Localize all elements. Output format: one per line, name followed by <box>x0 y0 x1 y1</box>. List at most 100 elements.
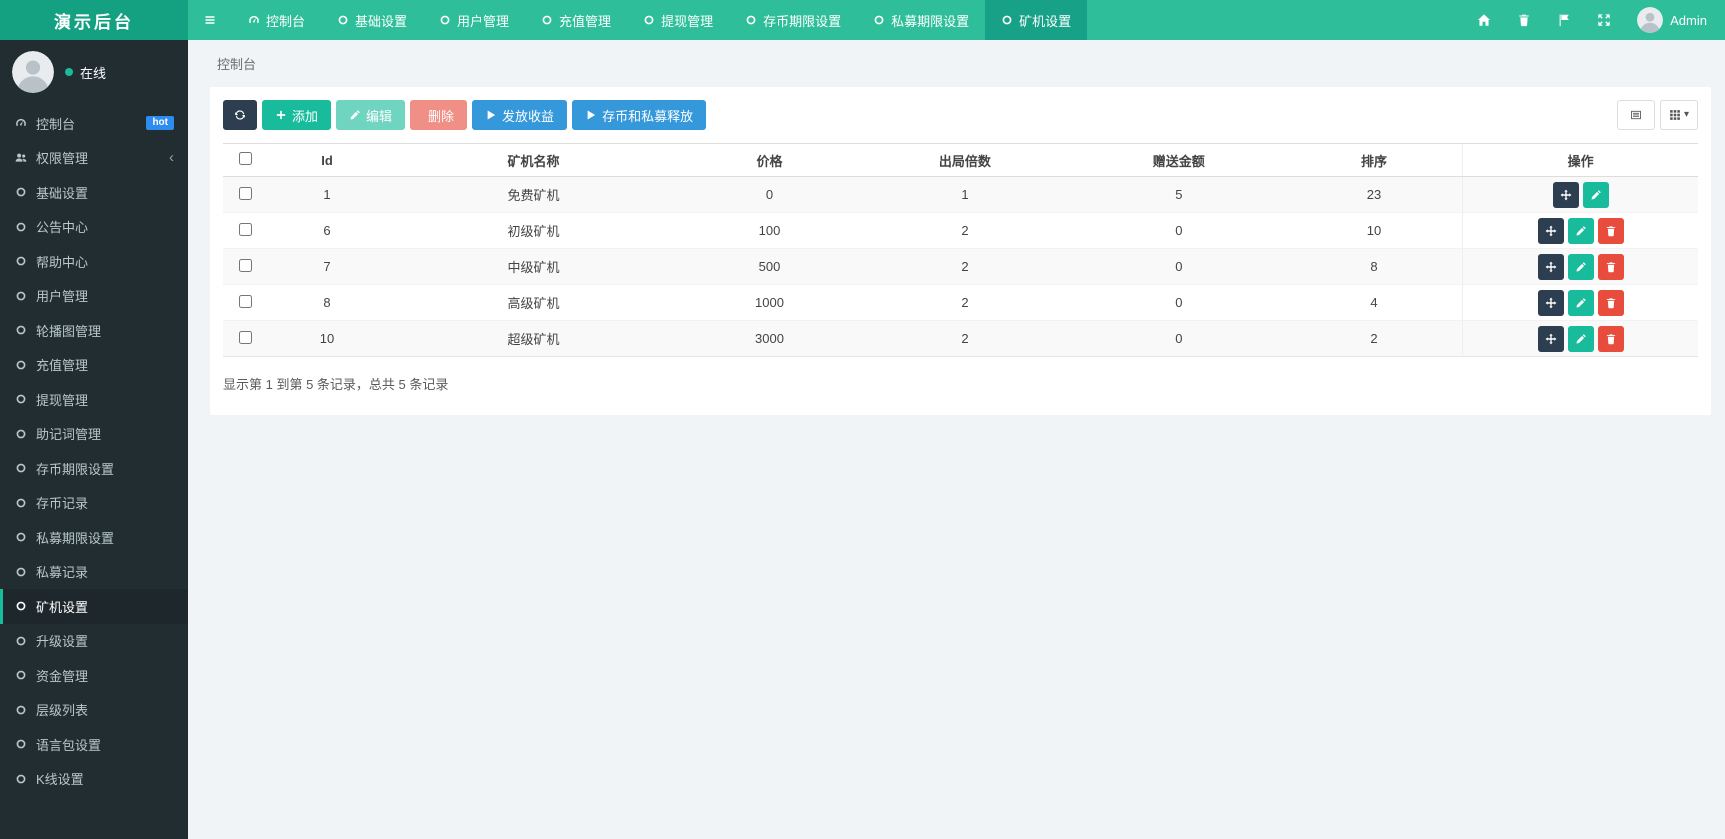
row-checkbox[interactable] <box>239 187 252 200</box>
sidebar-item-label: 私募期限设置 <box>36 528 114 547</box>
table-row: 10超级矿机3000202 <box>223 321 1698 357</box>
edit-row-button[interactable] <box>1568 218 1594 244</box>
sidebar-item-help-center[interactable]: 帮助中心 <box>0 244 188 279</box>
user-menu[interactable]: Admin <box>1624 0 1715 40</box>
sidebar-item-private-records[interactable]: 私募记录 <box>0 555 188 590</box>
pencil-icon <box>1575 225 1587 237</box>
content-panel: 添加 编辑 删除 发放收益 存币和私募释放 <box>210 87 1711 415</box>
trash-button[interactable] <box>1504 0 1544 40</box>
release-button[interactable]: 存币和私募释放 <box>572 100 706 130</box>
dragsort-button[interactable] <box>1553 182 1579 208</box>
column-header-1[interactable]: 矿机名称 <box>386 144 681 177</box>
topnav-item-user-management[interactable]: 用户管理 <box>423 0 525 40</box>
edit-row-button[interactable] <box>1568 326 1594 352</box>
sidebar-item-miner-settings[interactable]: 矿机设置 <box>0 589 188 624</box>
sidebar-item-private-term-settings[interactable]: 私募期限设置 <box>0 520 188 555</box>
sidebar-item-recharge-management[interactable]: 充值管理 <box>0 348 188 383</box>
circle-icon <box>873 14 885 26</box>
add-button[interactable]: 添加 <box>262 100 331 130</box>
home-button[interactable] <box>1464 0 1504 40</box>
language-icon <box>1557 13 1571 27</box>
sidebar-item-label: 语言包设置 <box>36 735 101 754</box>
expand-button[interactable] <box>1584 0 1624 40</box>
row-select-cell <box>223 213 268 249</box>
row-select-cell <box>223 177 268 213</box>
sidebar-item-label: 升级设置 <box>36 631 88 650</box>
circle-icon <box>15 462 27 474</box>
sidebar-item-label: 充值管理 <box>36 355 88 374</box>
dragsort-button[interactable] <box>1538 290 1564 316</box>
sidebar-item-fund-management[interactable]: 资金管理 <box>0 658 188 693</box>
edit-button[interactable]: 编辑 <box>336 100 405 130</box>
column-header-2[interactable]: 价格 <box>681 144 858 177</box>
sidebar-item-deposit-term-settings[interactable]: 存币期限设置 <box>0 451 188 486</box>
sidebar-item-upgrade-settings[interactable]: 升级设置 <box>0 624 188 659</box>
delete-button[interactable]: 删除 <box>410 100 467 130</box>
detail-view-button[interactable] <box>1617 100 1655 130</box>
topnav-item-miner-settings[interactable]: 矿机设置 <box>985 0 1087 40</box>
records-summary: 显示第 1 到第 5 条记录，总共 5 条记录 <box>223 374 1698 393</box>
row-checkbox[interactable] <box>239 259 252 272</box>
topnav-item-withdraw-management[interactable]: 提现管理 <box>627 0 729 40</box>
dragsort-button[interactable] <box>1538 218 1564 244</box>
sidebar-item-language-pack-settings[interactable]: 语言包设置 <box>0 727 188 762</box>
column-header-5[interactable]: 排序 <box>1286 144 1463 177</box>
edit-row-button[interactable] <box>1583 182 1609 208</box>
edit-row-button[interactable] <box>1568 290 1594 316</box>
sidebar-item-banner-management[interactable]: 轮播图管理 <box>0 313 188 348</box>
column-header-0[interactable]: Id <box>268 144 386 177</box>
topnav-item-private-term-settings[interactable]: 私募期限设置 <box>857 0 985 40</box>
cell-price: 1000 <box>681 285 858 321</box>
circle-icon <box>643 14 655 26</box>
grant-income-button[interactable]: 发放收益 <box>472 100 567 130</box>
brand-logo[interactable]: 演示后台 <box>0 0 188 40</box>
sidebar-item-level-list[interactable]: 层级列表 <box>0 693 188 728</box>
row-actions-cell <box>1463 177 1698 213</box>
delete-row-button[interactable] <box>1598 326 1624 352</box>
cell-id: 10 <box>268 321 386 357</box>
play-icon <box>485 109 497 121</box>
topnav-item-deposit-term-settings[interactable]: 存币期限设置 <box>729 0 857 40</box>
column-header-4[interactable]: 赠送金额 <box>1072 144 1286 177</box>
delete-row-button[interactable] <box>1598 218 1624 244</box>
sidebar-profile: 在线 <box>0 40 188 106</box>
columns-dropdown-button[interactable]: ▾ <box>1660 100 1698 130</box>
column-header-3[interactable]: 出局倍数 <box>858 144 1072 177</box>
sidebar-item-mnemonic-management[interactable]: 助记词管理 <box>0 417 188 452</box>
sidebar-item-user-management[interactable]: 用户管理 <box>0 279 188 314</box>
sidebar-item-label: 资金管理 <box>36 666 88 685</box>
sidebar-toggle-button[interactable] <box>188 0 232 40</box>
edit-row-button[interactable] <box>1568 254 1594 280</box>
sidebar-item-deposit-records[interactable]: 存币记录 <box>0 486 188 521</box>
sidebar-item-label: 助记词管理 <box>36 424 101 443</box>
language-button[interactable] <box>1544 0 1584 40</box>
sidebar-item-kline-settings[interactable]: K线设置 <box>0 762 188 797</box>
cell-multiple: 2 <box>858 285 1072 321</box>
row-checkbox[interactable] <box>239 223 252 236</box>
select-all-checkbox[interactable] <box>239 152 252 165</box>
cell-price: 3000 <box>681 321 858 357</box>
topnav-item-recharge-management[interactable]: 充值管理 <box>525 0 627 40</box>
sidebar-item-announcement-center[interactable]: 公告中心 <box>0 210 188 245</box>
topnav-item-basic-settings[interactable]: 基础设置 <box>321 0 423 40</box>
trash-icon <box>1605 333 1617 345</box>
sidebar-item-console[interactable]: 控制台hot <box>0 106 188 141</box>
row-checkbox[interactable] <box>239 295 252 308</box>
refresh-button[interactable] <box>223 100 257 130</box>
dragsort-button[interactable] <box>1538 326 1564 352</box>
table-row: 7中级矿机500208 <box>223 249 1698 285</box>
sidebar-item-withdraw-management[interactable]: 提现管理 <box>0 382 188 417</box>
sidebar-item-basic-settings[interactable]: 基础设置 <box>0 175 188 210</box>
topnav-item-label: 矿机设置 <box>1019 11 1071 30</box>
actions-group <box>1469 326 1692 352</box>
row-checkbox[interactable] <box>239 331 252 344</box>
cell-sort: 2 <box>1286 321 1463 357</box>
dragsort-button[interactable] <box>1538 254 1564 280</box>
topnav-item-console[interactable]: 控制台 <box>232 0 321 40</box>
user-avatar[interactable] <box>12 51 54 93</box>
pencil-icon <box>1575 297 1587 309</box>
column-header-6[interactable]: 操作 <box>1463 144 1698 177</box>
delete-row-button[interactable] <box>1598 254 1624 280</box>
delete-row-button[interactable] <box>1598 290 1624 316</box>
sidebar-item-permission-management[interactable]: 权限管理‹ <box>0 141 188 176</box>
